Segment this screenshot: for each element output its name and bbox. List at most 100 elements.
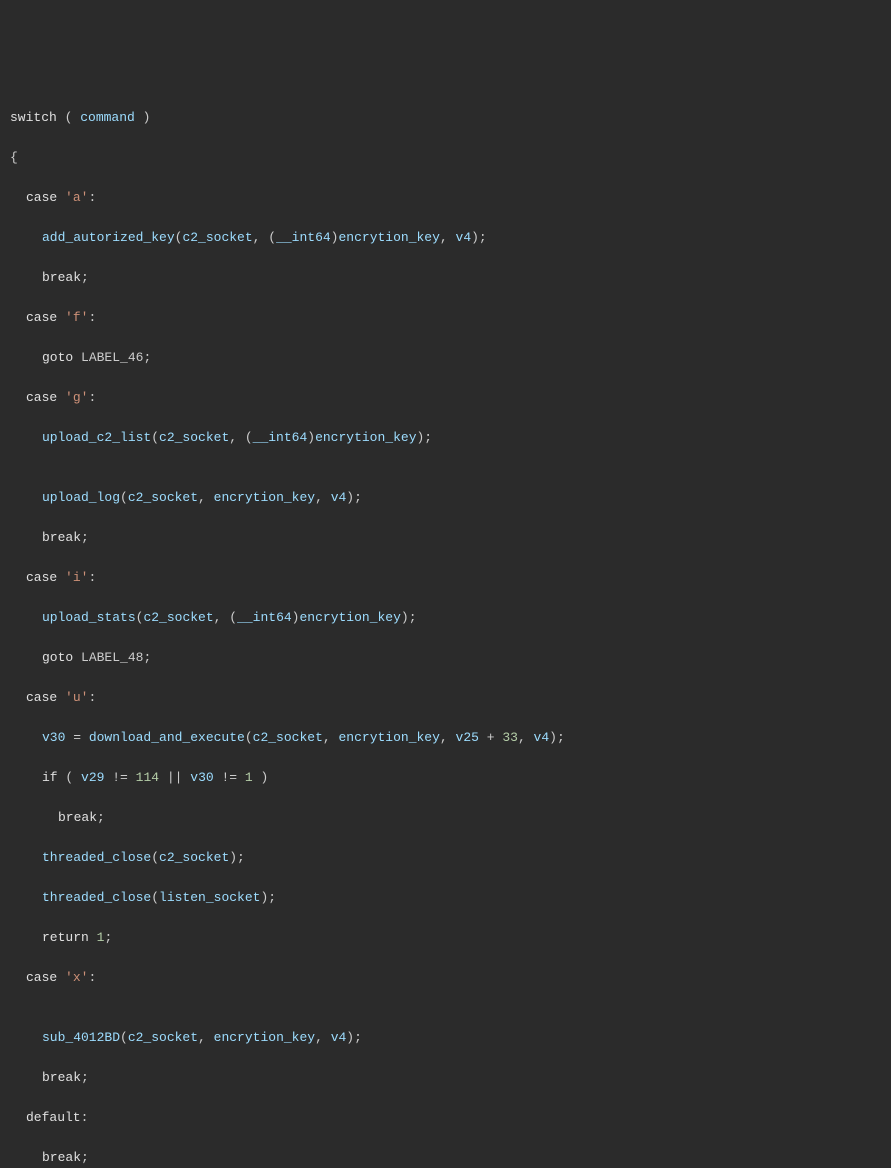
punct: (	[245, 730, 253, 745]
code-line: goto LABEL_46;	[10, 348, 881, 368]
punct: );	[471, 230, 487, 245]
type-cast: __int64	[276, 230, 331, 245]
char-literal: 'u'	[65, 690, 88, 705]
fn-threaded-close: threaded_close	[42, 850, 151, 865]
fn-upload-c2-list: upload_c2_list	[42, 430, 151, 445]
punct: );	[549, 730, 565, 745]
code-line: upload_stats(c2_socket, (__int64)encryti…	[10, 608, 881, 628]
keyword-goto: goto	[42, 650, 73, 665]
code-line: threaded_close(listen_socket);	[10, 888, 881, 908]
ident: v29	[81, 770, 104, 785]
punct: );	[417, 430, 433, 445]
space	[57, 310, 65, 325]
type-cast: __int64	[253, 430, 308, 445]
ident: v25	[456, 730, 479, 745]
space	[73, 350, 81, 365]
code-line: break;	[10, 1148, 881, 1168]
fn-sub-4012bd: sub_4012BD	[42, 1030, 120, 1045]
label: LABEL_46	[81, 350, 143, 365]
ident: v30	[190, 770, 213, 785]
punct: ;	[81, 1070, 89, 1085]
char-literal: 'g'	[65, 390, 88, 405]
ident: c2_socket	[159, 850, 229, 865]
keyword-goto: goto	[42, 350, 73, 365]
ident: encrytion_key	[338, 230, 439, 245]
punct: ;	[81, 1150, 89, 1165]
code-line: case 'u':	[10, 688, 881, 708]
punct: );	[346, 1030, 362, 1045]
keyword-case: case	[26, 190, 57, 205]
code-line: switch ( command )	[10, 108, 881, 128]
fn-download-and-execute: download_and_execute	[89, 730, 245, 745]
ident: v4	[331, 1030, 347, 1045]
punct: )	[253, 770, 269, 785]
keyword-break: break	[42, 1070, 81, 1085]
punct: )	[307, 430, 315, 445]
keyword-break: break	[42, 270, 81, 285]
punct: :	[88, 190, 96, 205]
keyword-case: case	[26, 970, 57, 985]
punct: );	[346, 490, 362, 505]
char-literal: 'f'	[65, 310, 88, 325]
punct: )	[135, 110, 151, 125]
punct: +	[479, 730, 502, 745]
ident: c2_socket	[253, 730, 323, 745]
punct: =	[65, 730, 88, 745]
ident: encrytion_key	[315, 430, 416, 445]
code-line: case 'x':	[10, 968, 881, 988]
code-line: break;	[10, 528, 881, 548]
ident: c2_socket	[128, 490, 198, 505]
punct: (	[151, 890, 159, 905]
punct: !=	[104, 770, 135, 785]
punct: , (	[214, 610, 237, 625]
code-line: if ( v29 != 114 || v30 != 1 )	[10, 768, 881, 788]
number: 33	[502, 730, 518, 745]
code-block: switch ( command ) { case 'a': add_autor…	[10, 88, 881, 1168]
keyword-case: case	[26, 570, 57, 585]
punct: ,	[315, 1030, 331, 1045]
keyword-case: case	[26, 390, 57, 405]
space	[57, 570, 65, 585]
ident: encrytion_key	[338, 730, 439, 745]
space	[73, 650, 81, 665]
punct: );	[229, 850, 245, 865]
punct: ;	[97, 810, 105, 825]
punct: (	[57, 110, 80, 125]
space	[89, 930, 97, 945]
keyword-break: break	[58, 810, 97, 825]
punct: ,	[198, 1030, 214, 1045]
punct: :	[88, 570, 96, 585]
code-line: return 1;	[10, 928, 881, 948]
code-line: break;	[10, 1068, 881, 1088]
char-literal: 'x'	[65, 970, 88, 985]
keyword-case: case	[26, 310, 57, 325]
ident: c2_socket	[159, 430, 229, 445]
code-line: case 'g':	[10, 388, 881, 408]
punct: ;	[143, 650, 151, 665]
ident: c2_socket	[143, 610, 213, 625]
code-line: upload_c2_list(c2_socket, (__int64)encry…	[10, 428, 881, 448]
keyword-if: if	[42, 770, 58, 785]
code-line: goto LABEL_48;	[10, 648, 881, 668]
punct: :	[88, 690, 96, 705]
ident: encrytion_key	[214, 1030, 315, 1045]
code-line: sub_4012BD(c2_socket, encrytion_key, v4)…	[10, 1028, 881, 1048]
ident: encrytion_key	[214, 490, 315, 505]
ident: encrytion_key	[299, 610, 400, 625]
punct: ;	[104, 930, 112, 945]
code-line: case 'i':	[10, 568, 881, 588]
ident: c2_socket	[128, 1030, 198, 1045]
punct: (	[120, 490, 128, 505]
ident: listen_socket	[159, 890, 260, 905]
code-line: case 'f':	[10, 308, 881, 328]
keyword-case: case	[26, 690, 57, 705]
punct: , (	[253, 230, 276, 245]
punct: ,	[518, 730, 534, 745]
keyword-break: break	[42, 530, 81, 545]
ident: v4	[534, 730, 550, 745]
fn-threaded-close: threaded_close	[42, 890, 151, 905]
punct: (	[136, 610, 144, 625]
code-line: break;	[10, 268, 881, 288]
punct: ,	[440, 730, 456, 745]
keyword-return: return	[42, 930, 89, 945]
